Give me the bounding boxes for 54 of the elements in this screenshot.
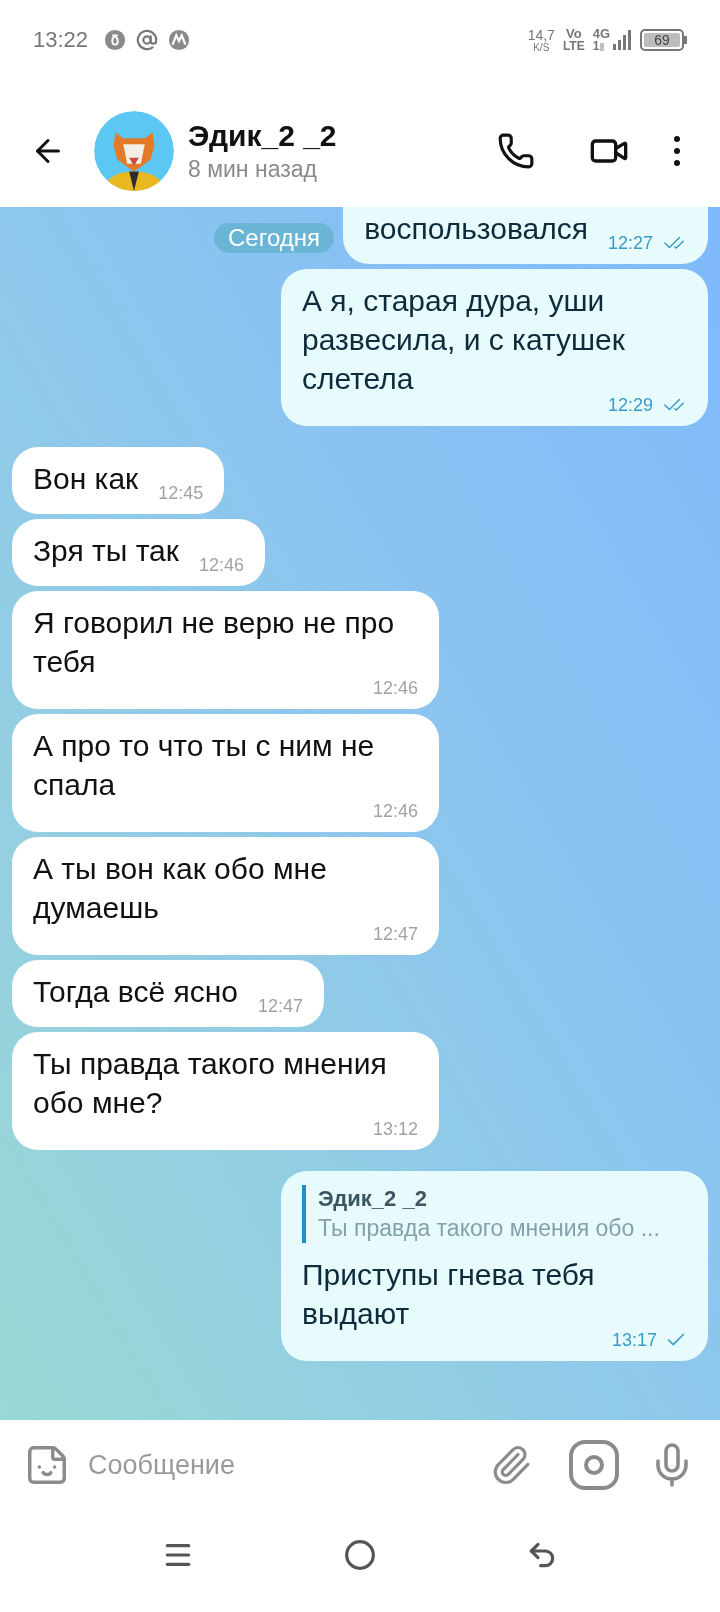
message-text: А я, старая дура, уши развесила, и с катушек слетела — [302, 283, 626, 397]
sim-number: 1 — [592, 40, 600, 53]
message-time: 12:45 — [158, 482, 204, 504]
message-bubble[interactable]: Зря ты так 12:46 — [12, 519, 265, 586]
more-icon — [674, 136, 680, 166]
message-text: воспользовался — [364, 211, 588, 247]
contact-name: Эдик_2 _2 — [188, 118, 337, 154]
message-text: Ты правда такого мнения обо мне? — [33, 1046, 388, 1121]
at-sign-icon — [136, 29, 159, 51]
volte-label: LTE — [562, 40, 585, 53]
message-bubble[interactable]: А я, старая дура, уши развесила, и с катушек слетела 12:29 — [281, 269, 708, 426]
message-input[interactable]: Сообщение — [88, 1444, 480, 1486]
network-type: 4G — [592, 27, 610, 40]
message-text: Приступы гнева тебя выдают — [302, 1257, 596, 1332]
notification-icon — [168, 29, 191, 51]
speed-unit: K/S — [533, 41, 550, 53]
notification-icon — [104, 29, 127, 51]
camera-icon[interactable] — [568, 1439, 620, 1491]
arrows-icon — [599, 41, 606, 52]
message-time: 12:27 — [607, 232, 653, 254]
phone-icon — [497, 132, 535, 170]
status-time: 13:22 — [33, 26, 89, 54]
signal-icon — [612, 29, 632, 51]
message-time: 12:47 — [257, 995, 303, 1017]
last-seen: 8 мин назад — [188, 155, 318, 184]
message-time: 12:47 — [372, 923, 418, 945]
home-nav-icon[interactable] — [344, 1539, 376, 1571]
network-speed: 14,7 — [527, 27, 555, 42]
message-bubble[interactable]: Эдик_2 _2 Ты правда такого мнения обо ... Приступы гнева тебя выдают 13:17 — [281, 1171, 708, 1361]
message-text: А про то что ты с ним не спала — [33, 728, 376, 803]
message-bubble[interactable]: Вон как 12:45 — [12, 447, 225, 514]
battery-level: 69 — [654, 33, 670, 47]
reply-quote[interactable]: Эдик_2 _2 Ты правда такого мнения обо ... — [302, 1185, 687, 1243]
message-time: 12:46 — [372, 677, 418, 699]
message-bubble[interactable]: Тогда всё ясно 12:47 — [12, 960, 324, 1027]
quote-text: Ты правда такого мнения обо ... — [318, 1214, 661, 1243]
message-text: Тогда всё ясно — [33, 974, 238, 1010]
date-pill: Сегодня — [214, 223, 334, 253]
message-bubble[interactable]: Я говорил не верю не про тебя 12:46 — [12, 591, 439, 709]
message-time: 12:46 — [198, 554, 244, 576]
message-time: 13:17 — [611, 1329, 657, 1351]
message-time: 12:29 — [607, 394, 653, 416]
message-time: 13:12 — [372, 1118, 418, 1140]
message-text: Я говорил не верю не про тебя — [33, 605, 396, 680]
message-text: Вон как — [33, 461, 139, 497]
message-time: 12:46 — [372, 800, 418, 822]
message-text: А ты вон как обо мне думаешь — [33, 851, 328, 926]
message-bubble[interactable]: Ты правда такого мнения обо мне? 13:12 — [12, 1032, 439, 1150]
message-bubble[interactable]: воспользовался 12:27 — [343, 207, 708, 264]
message-bubble[interactable]: А ты вон как обо мне думаешь 12:47 — [12, 837, 439, 955]
volte-label: Vo — [565, 27, 582, 40]
quote-author: Эдик_2 _2 — [318, 1185, 428, 1213]
message-bubble[interactable]: А про то что ты с ним не спала 12:46 — [12, 714, 439, 832]
message-text: Зря ты так — [33, 533, 179, 569]
